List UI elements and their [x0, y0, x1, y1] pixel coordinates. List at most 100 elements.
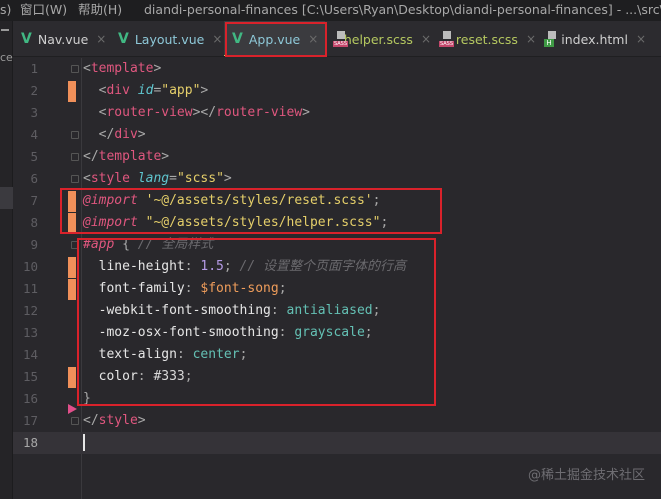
html-icon: [544, 31, 557, 47]
fold-icon[interactable]: [71, 417, 79, 425]
code-line[interactable]: 9 #app { // 全局样式: [13, 234, 661, 256]
change-marker[interactable]: [68, 279, 76, 300]
token-tag: style: [98, 413, 138, 428]
token-p: >: [223, 171, 232, 186]
token-p: :: [278, 325, 295, 340]
change-marker[interactable]: [68, 257, 76, 278]
token-p: {: [114, 237, 138, 252]
code-line[interactable]: 17 </style>: [13, 410, 661, 432]
token-com: // 全局样式: [137, 237, 214, 252]
close-icon[interactable]: ×: [96, 32, 106, 46]
token-str: "scss": [176, 171, 224, 186]
close-icon[interactable]: ×: [212, 32, 222, 46]
change-marker[interactable]: [68, 191, 76, 212]
fold-icon[interactable]: [71, 153, 79, 161]
token-p: >: [302, 105, 310, 120]
sidebar-label[interactable]: ce: [0, 51, 13, 64]
bookmark-arrow-icon[interactable]: [68, 404, 77, 414]
token-var: $font-song: [200, 281, 279, 296]
code-text: @import '~@/assets/styles/reset.scss';: [83, 190, 380, 212]
token-p: :: [184, 259, 201, 274]
code-line[interactable]: 7 @import '~@/assets/styles/reset.scss';: [13, 190, 661, 212]
tab-Nav-vue[interactable]: V Nav.vue ×: [13, 21, 110, 56]
token-p: [83, 369, 99, 384]
code-line[interactable]: 2 <div id="app">: [13, 80, 661, 102]
code-text: text-align: center;: [83, 344, 248, 366]
token-p: ;: [239, 347, 248, 362]
code-text: <div id="app">: [83, 80, 209, 102]
token-tag: template: [90, 61, 154, 76]
code-line[interactable]: 1 <template>: [13, 58, 661, 80]
line-number: 4: [30, 127, 38, 142]
tab-label: reset.scss: [455, 31, 518, 47]
token-kw: @import: [83, 193, 138, 208]
code-line[interactable]: 5 </template>: [13, 146, 661, 168]
tab-App-vue[interactable]: V App.vue ×: [224, 21, 325, 56]
code-line[interactable]: 4 </div>: [13, 124, 661, 146]
line-number: 11: [22, 281, 38, 296]
code-line[interactable]: 16}: [13, 388, 661, 410]
tab-reset-scss[interactable]: reset.scss ×: [431, 21, 536, 56]
token-p: ;: [223, 259, 240, 274]
fold-icon[interactable]: [71, 65, 79, 73]
close-icon[interactable]: ×: [636, 32, 646, 46]
change-marker[interactable]: [68, 81, 76, 102]
code-line[interactable]: 3 <router-view></router-view>: [13, 102, 661, 124]
menu-prefix[interactable]: s): [0, 0, 11, 20]
token-kw: @import: [83, 215, 138, 230]
code-text: -webkit-font-smoothing: antialiased;: [83, 300, 381, 322]
fold-icon[interactable]: [71, 241, 79, 249]
change-marker[interactable]: [68, 213, 76, 234]
menu-help[interactable]: 帮助(H): [78, 0, 122, 20]
code-text: color: #333;: [83, 366, 193, 388]
line-number: 13: [22, 325, 38, 340]
token-txt: #333: [153, 369, 185, 384]
text-caret: [83, 434, 85, 451]
line-number: 16: [22, 391, 38, 406]
token-p: [83, 259, 99, 274]
code-text: <router-view></router-view>: [83, 102, 310, 124]
code-text: </div>: [83, 124, 146, 146]
change-marker[interactable]: [68, 367, 76, 388]
token-prop: -webkit-font-smoothing: [98, 303, 271, 318]
tab-Layout-vue[interactable]: V Layout.vue ×: [110, 21, 222, 56]
code-line[interactable]: 11 font-family: $font-song;: [13, 278, 661, 300]
code-line[interactable]: 15 color: #333;: [13, 366, 661, 388]
token-p: [83, 83, 99, 98]
line-number: 15: [22, 369, 38, 384]
code-line[interactable]: 6 <style lang="scss">: [13, 168, 661, 190]
line-number: 9: [30, 237, 38, 252]
line-number: 17: [22, 413, 38, 428]
code-line[interactable]: 18: [13, 432, 661, 454]
code-editor[interactable]: 1 <template> 2 <div id="app"> 3 <router-vie…: [13, 58, 661, 499]
collapse-icon[interactable]: [1, 29, 9, 31]
token-p: [83, 347, 99, 362]
code-line[interactable]: 13 -moz-osx-font-smoothing: grayscale;: [13, 322, 661, 344]
line-number: 5: [30, 149, 38, 164]
code-line[interactable]: 12 -webkit-font-smoothing: antialiased;: [13, 300, 661, 322]
close-icon[interactable]: ×: [526, 32, 536, 46]
tab-label: App.vue: [248, 31, 301, 47]
code-line[interactable]: 10 line-height: 1.5; // 设置整个页面字体的行高: [13, 256, 661, 278]
tab-helper-scss[interactable]: helper.scss ×: [325, 21, 431, 56]
close-icon[interactable]: ×: [421, 32, 431, 46]
close-icon[interactable]: ×: [308, 32, 318, 46]
token-str: '~@/assets/styles/reset.scss': [145, 193, 373, 208]
menu-window[interactable]: 窗口(W): [20, 0, 67, 20]
token-p: [138, 215, 146, 230]
token-tag: div: [106, 83, 138, 98]
token-p: >: [137, 413, 146, 428]
token-tag: div: [114, 127, 138, 142]
line-number: 8: [30, 215, 38, 230]
code-line[interactable]: 14 text-align: center;: [13, 344, 661, 366]
token-sel: #app: [83, 237, 115, 252]
token-p: >: [137, 127, 146, 142]
fold-icon[interactable]: [71, 131, 79, 139]
vue-icon: V: [232, 31, 243, 47]
code-text: @import "~@/assets/styles/helper.scss";: [83, 212, 388, 234]
fold-icon[interactable]: [71, 175, 79, 183]
code-line[interactable]: 8 @import "~@/assets/styles/helper.scss";: [13, 212, 661, 234]
tab-label: Layout.vue: [134, 31, 205, 47]
tab-index-html[interactable]: index.html ×: [536, 21, 646, 56]
sidebar-selection: [0, 187, 13, 209]
